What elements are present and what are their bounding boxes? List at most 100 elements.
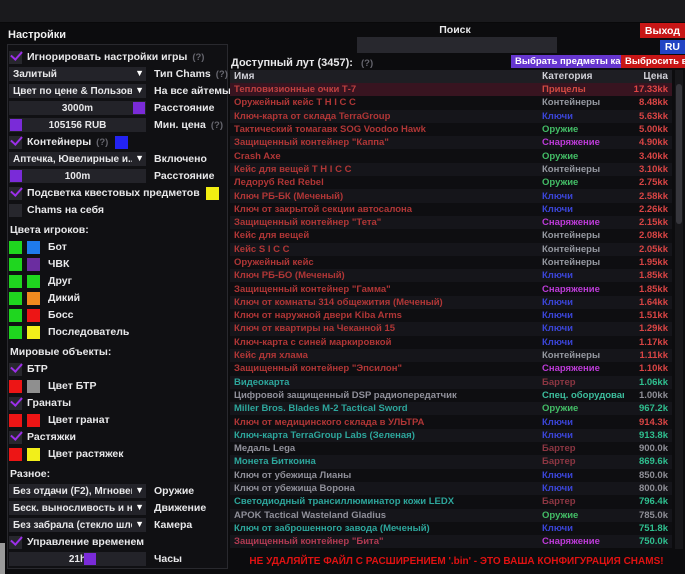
column-header-name[interactable]: Имя — [230, 71, 542, 82]
player-color-swatch-2[interactable] — [27, 309, 40, 322]
table-row[interactable]: APOK Tactical Wasteland Gladius Оружие 7… — [230, 509, 672, 522]
scrollbar-thumb[interactable] — [676, 84, 682, 224]
btr-color-swatch-1[interactable] — [9, 380, 22, 393]
player-color-swatch-2[interactable] — [27, 258, 40, 271]
tripwire-color-swatch-1[interactable] — [9, 448, 22, 461]
meds-distance-slider[interactable]: 100m — [9, 169, 146, 183]
table-row[interactable]: Кейс для вещей Контейнеры 2.08kk — [230, 229, 672, 242]
table-row[interactable]: Miller Bros. Blades M-2 Tactical Sword О… — [230, 402, 672, 415]
table-row[interactable]: Тепловизионные очки Т-7 Прицелы 17.33kk — [230, 83, 672, 96]
player-color-swatch-2[interactable] — [27, 292, 40, 305]
table-row[interactable]: Видеокарта Бартер 1.06kk — [230, 376, 672, 389]
containers-checkbox[interactable] — [9, 136, 22, 149]
grenades-checkbox[interactable] — [9, 397, 22, 410]
table-row[interactable]: Медаль Lega Бартер 900.0k — [230, 442, 672, 455]
chams-self-checkbox[interactable] — [9, 204, 22, 217]
item-category: Спец. оборудование — [542, 390, 624, 401]
table-row[interactable]: Ключ от убежища Лианы Ключи 850.0k — [230, 469, 672, 482]
table-row[interactable]: Ключ-карта от склада TerraGroup Ключи 5.… — [230, 110, 672, 123]
table-row[interactable]: Ключ от квартиры на Чеканной 15 Ключи 1.… — [230, 322, 672, 335]
table-row[interactable]: Защищенный контейнер "Гамма" Снаряжение … — [230, 282, 672, 295]
item-name: Защищенный контейнер "Тета" — [230, 217, 542, 228]
table-row[interactable]: Ключ от убежища Ворона Ключи 800.0k — [230, 482, 672, 495]
table-row[interactable]: Crash Axe Оружие 3.40kk — [230, 149, 672, 162]
min-price-slider[interactable]: 105156 RUB — [9, 118, 146, 132]
table-row[interactable]: Защищенный контейнер "Каппа" Снаряжение … — [230, 136, 672, 149]
player-color-swatch-2[interactable] — [27, 241, 40, 254]
column-header-category[interactable]: Категория — [542, 71, 624, 82]
table-row[interactable]: Ледоруб Red Rebel Оружие 2.75kk — [230, 176, 672, 189]
table-row[interactable]: Ключ от закрытой секции автосалона Ключи… — [230, 203, 672, 216]
ignore-game-settings-checkbox[interactable] — [9, 51, 22, 64]
containers-color-swatch[interactable] — [115, 136, 128, 149]
slider-grab[interactable] — [10, 170, 22, 182]
hours-slider[interactable]: 21h — [9, 552, 146, 566]
item-category: Снаряжение — [542, 137, 624, 148]
table-row[interactable]: Ключ от заброшенного завода (Меченый) Кл… — [230, 522, 672, 535]
table-row[interactable]: Светодиодный трансиллюминатор кожи LEDX … — [230, 495, 672, 508]
meds-filter-dropdown[interactable]: Аптечка, Ювелирные и... ▼ — [9, 152, 146, 166]
apply-mode-dropdown[interactable]: Цвет по цене & Пользователь ▼ — [9, 84, 146, 98]
player-color-row: Последователь — [9, 325, 225, 339]
item-price: 750.0k — [624, 536, 672, 547]
table-row[interactable]: Цифровой защищенный DSP радиопередатчик … — [230, 389, 672, 402]
player-color-swatch-1[interactable] — [9, 275, 22, 288]
player-color-swatch-2[interactable] — [27, 275, 40, 288]
table-row[interactable]: Ключ-карта TerraGroup Labs (Зеленая) Клю… — [230, 429, 672, 442]
table-row[interactable]: Тактический томагавк SOG Voodoo Hawk Ору… — [230, 123, 672, 136]
weapon-dropdown[interactable]: Без отдачи (F2), Мгновенное п ▼ — [9, 484, 146, 498]
table-row[interactable]: Ключ от наружной двери Kiba Arms Ключи 1… — [230, 309, 672, 322]
slider-grab[interactable] — [133, 102, 145, 114]
search-input[interactable] — [357, 37, 557, 53]
meds-distance-row: 100m Расстояние — [9, 169, 225, 183]
table-row[interactable]: Ключ-карта с синей маркировкой Ключи 1.1… — [230, 336, 672, 349]
movement-dropdown[interactable]: Беск. выносливость и нет уста ▼ — [9, 501, 146, 515]
tripwires-checkbox[interactable] — [9, 431, 22, 444]
time-control-checkbox[interactable] — [9, 536, 22, 549]
drop-all-button[interactable]: Выбросить все — [621, 55, 685, 68]
table-row[interactable]: Защищенный контейнер "Тета" Снаряжение 2… — [230, 216, 672, 229]
table-row[interactable]: Оружейный кейс Контейнеры 1.95kk — [230, 256, 672, 269]
table-row[interactable]: Кейс S I C C Контейнеры 2.05kk — [230, 243, 672, 256]
player-color-swatch-1[interactable] — [9, 309, 22, 322]
table-row[interactable]: Ключ РБ-БО (Меченый) Ключи 1.85kk — [230, 269, 672, 282]
chevron-down-icon: ▼ — [135, 485, 144, 495]
movement-row: Беск. выносливость и нет уста ▼ Движение — [9, 501, 225, 515]
item-price: 796.4k — [624, 496, 672, 507]
grenade-color-swatch-1[interactable] — [9, 414, 22, 427]
table-scrollbar[interactable] — [675, 70, 683, 549]
tripwire-color-swatch-2[interactable] — [27, 448, 40, 461]
slider-grab[interactable] — [10, 119, 22, 131]
table-row[interactable]: Ключ от медицинского склада в УЛЬТРА Клю… — [230, 415, 672, 428]
language-button[interactable]: RU — [660, 40, 685, 54]
quest-items-checkbox[interactable] — [9, 187, 22, 200]
item-price: 2.05kk — [624, 244, 672, 255]
chevron-down-icon: ▼ — [135, 502, 144, 512]
player-color-swatch-2[interactable] — [27, 326, 40, 339]
grenade-color-swatch-2[interactable] — [27, 414, 40, 427]
player-color-swatch-1[interactable] — [9, 258, 22, 271]
column-header-price[interactable]: Цена — [624, 71, 672, 82]
chams-type-dropdown[interactable]: Залитый ▼ — [9, 67, 146, 81]
distance-slider[interactable]: 3000m — [9, 101, 146, 115]
table-row[interactable]: Ключ от комнаты 314 общежития (Меченый) … — [230, 296, 672, 309]
player-color-swatch-1[interactable] — [9, 292, 22, 305]
player-color-swatch-1[interactable] — [9, 241, 22, 254]
table-row[interactable]: Защищенный контейнер "Эпсилон" Снаряжени… — [230, 362, 672, 375]
btr-checkbox[interactable] — [9, 363, 22, 376]
table-row[interactable]: Кейс для хлама Контейнеры 1.11kk — [230, 349, 672, 362]
camera-dropdown[interactable]: Без забрала (стекло шлема) ▼ — [9, 518, 146, 532]
table-row[interactable]: Ключ РБ-БК (Меченый) Ключи 2.58kk — [230, 189, 672, 202]
item-name: Ключ от наружной двери Kiba Arms — [230, 310, 542, 321]
btr-label: БТР — [27, 363, 48, 375]
item-price: 1.10kk — [624, 363, 672, 374]
slider-grab[interactable] — [84, 553, 96, 565]
table-row[interactable]: Кейс для вещей T H I C C Контейнеры 3.10… — [230, 163, 672, 176]
table-row[interactable]: Защищенный контейнер "Бита" Снаряжение 7… — [230, 535, 672, 548]
exit-button[interactable]: Выход — [640, 23, 685, 38]
table-row[interactable]: Монета Биткоина Бартер 869.6k — [230, 455, 672, 468]
btr-color-swatch-2[interactable] — [27, 380, 40, 393]
quest-color-swatch[interactable] — [206, 187, 219, 200]
table-row[interactable]: Оружейный кейс T H I C C Контейнеры 8.48… — [230, 96, 672, 109]
player-color-swatch-1[interactable] — [9, 326, 22, 339]
